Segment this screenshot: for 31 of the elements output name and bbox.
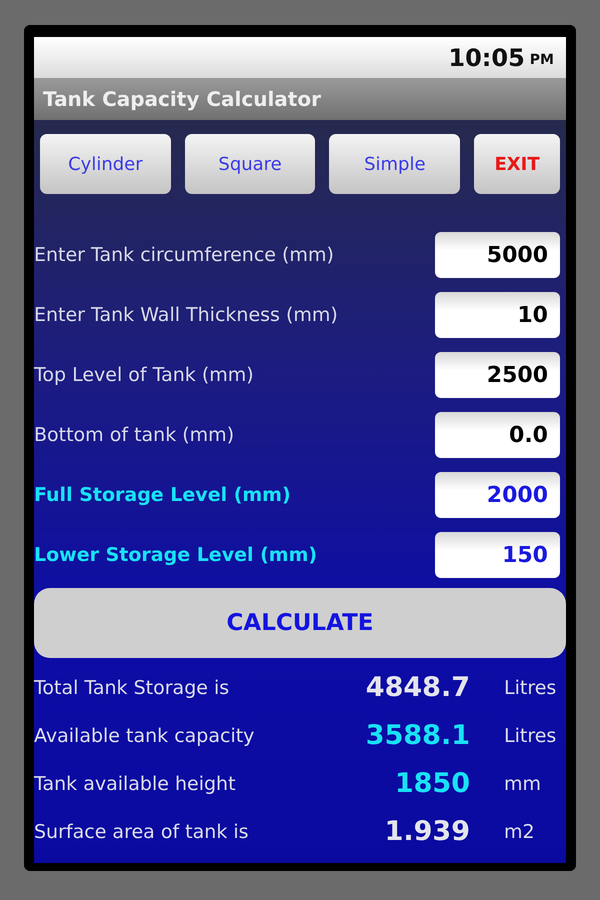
result-unit: Litres <box>504 676 556 701</box>
input-field[interactable]: 0.0 <box>435 412 560 458</box>
field-label: Enter Tank circumference (mm) <box>34 242 334 268</box>
input-field[interactable]: 5000 <box>435 232 560 278</box>
mode-button[interactable]: Simple <box>329 134 460 194</box>
mode-button[interactable]: Square <box>184 134 316 194</box>
result-label: Available tank capacity <box>34 724 256 749</box>
input-field[interactable]: 10 <box>435 292 560 338</box>
input-field[interactable]: 2500 <box>435 352 560 398</box>
field-label: Bottom of tank (mm) <box>34 422 234 448</box>
input-field[interactable]: 2000 <box>435 472 560 518</box>
app-title: Tank Capacity Calculator <box>43 86 321 113</box>
field-label: Enter Tank Wall Thickness (mm) <box>34 302 338 328</box>
calculate-button[interactable]: CALCULATE <box>34 588 566 658</box>
field-label: Lower Storage Level (mm) <box>34 542 318 568</box>
result-value: 3588.1 <box>364 718 470 753</box>
field-label: Top Level of Tank (mm) <box>34 362 254 388</box>
result-label: Total Tank Storage is <box>34 676 230 701</box>
result-unit: Litres <box>504 724 556 749</box>
result-unit: mm <box>504 772 542 797</box>
result-value: 4848.7 <box>364 670 470 705</box>
clock-time: 10:05 <box>448 42 525 74</box>
field-label: Full Storage Level (mm) <box>34 482 291 508</box>
input-field[interactable]: 150 <box>435 532 560 578</box>
mode-button[interactable]: Cylinder <box>40 134 171 194</box>
result-label: Surface area of tank is <box>34 820 250 845</box>
result-unit: m2 <box>504 820 535 845</box>
clock-period: PM <box>530 50 554 70</box>
result-value: 1.939 <box>384 814 470 849</box>
result-value: 1850 <box>394 766 470 801</box>
result-label: Tank available height <box>34 772 237 797</box>
